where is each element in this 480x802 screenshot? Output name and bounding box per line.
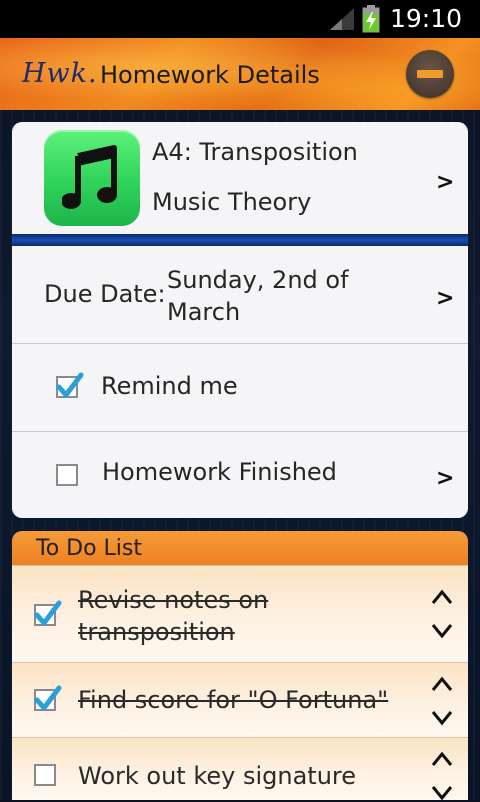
homework-details-card: A4: Transposition Music Theory > Due Dat… (12, 122, 468, 518)
todo-item-text: Work out key signature (78, 762, 357, 790)
todo-item-text: Revise notes on transposition (78, 586, 269, 646)
due-date-row[interactable]: Due Date: Sunday, 2nd of March > (12, 246, 468, 344)
page-title: Homework Details (100, 61, 320, 89)
homework-finished-label: Homework Finished (102, 458, 337, 486)
due-date-value: Sunday, 2nd of March (167, 266, 349, 326)
chevron-right-icon: > (436, 286, 455, 311)
due-date-label: Due Date: (44, 280, 166, 308)
homework-finished-row[interactable]: Homework Finished > (12, 432, 468, 518)
todo-item[interactable]: Find score for "O Fortuna" (12, 662, 468, 737)
reorder-arrows-icon (431, 589, 453, 639)
todo-item-text: Find score for "O Fortuna" (78, 686, 389, 714)
todo-item[interactable]: Revise notes on transposition (12, 565, 468, 662)
status-time: 19:10 (390, 4, 463, 33)
chevron-right-icon: > (436, 170, 455, 195)
reorder-arrows-icon (431, 751, 453, 801)
app-logo: Hwk. (22, 58, 98, 89)
checkmark-icon (34, 600, 62, 626)
todo-list-title: To Do List (36, 536, 143, 561)
todo-checkbox[interactable] (34, 764, 56, 786)
homework-finished-checkbox[interactable] (56, 464, 78, 486)
reorder-handle[interactable] (430, 675, 454, 727)
homework-subject-row[interactable]: A4: Transposition Music Theory > (12, 122, 468, 234)
todo-list-header: To Do List (12, 531, 468, 565)
homework-title: A4: Transposition (152, 138, 358, 166)
chevron-right-icon: > (436, 466, 455, 491)
reorder-handle[interactable] (430, 750, 454, 802)
signal-icon (330, 8, 354, 30)
todo-item[interactable]: Work out key signature (12, 737, 468, 802)
todo-checkbox[interactable] (34, 600, 62, 626)
delete-button[interactable] (406, 50, 454, 98)
remind-me-row[interactable]: Remind me (12, 344, 468, 432)
remind-me-checkbox[interactable] (56, 372, 84, 398)
homework-subject: Music Theory (152, 188, 312, 216)
checkmark-icon (34, 685, 62, 711)
battery-charging-icon (362, 5, 380, 33)
reorder-handle[interactable] (430, 588, 454, 640)
checkmark-icon (56, 372, 84, 398)
divider (12, 234, 468, 246)
reorder-arrows-icon (431, 676, 453, 726)
status-bar: 19:10 (0, 0, 480, 38)
remind-me-label: Remind me (101, 372, 238, 400)
music-note-icon (44, 130, 140, 226)
todo-checkbox[interactable] (34, 685, 62, 711)
remove-icon (417, 70, 443, 78)
